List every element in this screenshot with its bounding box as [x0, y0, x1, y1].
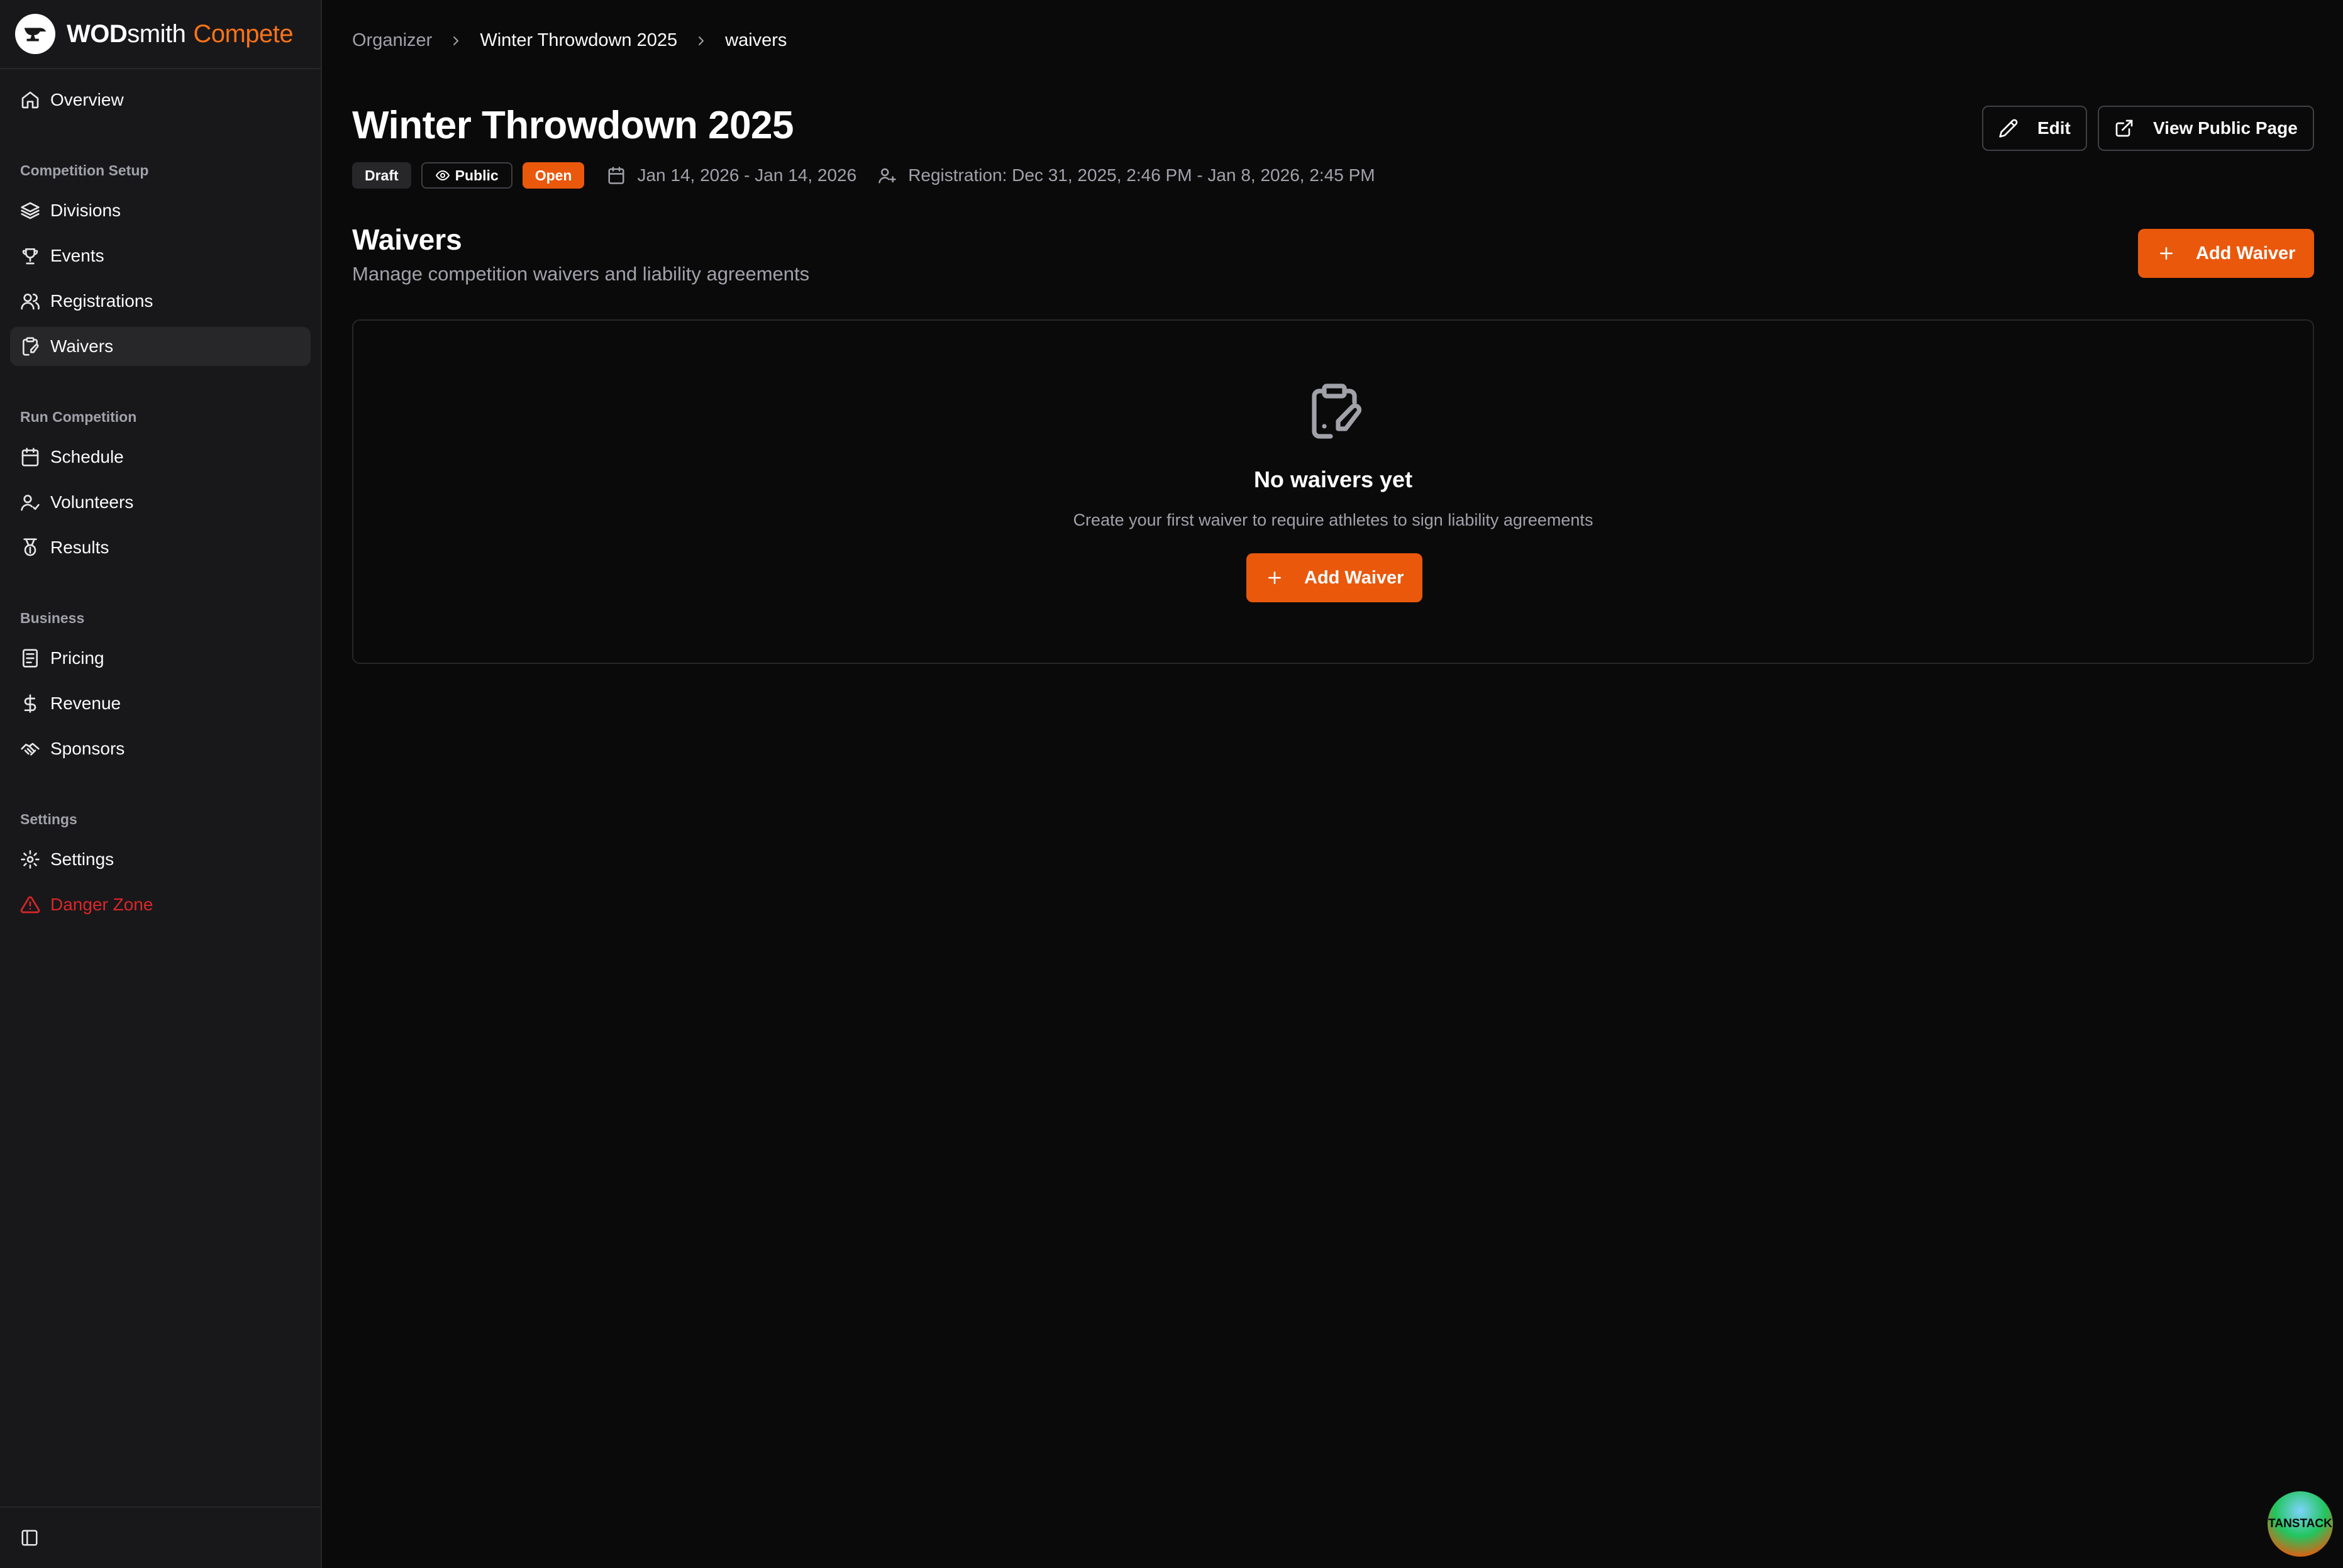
edit-button[interactable]: Edit: [1982, 106, 2087, 151]
alert-triangle-icon: [20, 896, 40, 914]
page-title: Winter Throwdown 2025: [352, 104, 794, 147]
breadcrumb-organizer[interactable]: Organizer: [352, 30, 432, 51]
main-content: Organizer Winter Throwdown 2025 waivers …: [323, 0, 2343, 1568]
breadcrumb: Organizer Winter Throwdown 2025 waivers: [352, 30, 787, 51]
empty-state-card: No waivers yet Create your first waiver …: [352, 319, 2314, 664]
sidebar-item-label: Sponsors: [50, 739, 125, 758]
sidebar-item-label: Events: [50, 246, 104, 265]
home-icon: [21, 91, 39, 109]
brand-name: WODsmith Compete: [67, 19, 294, 48]
sidebar: WODsmith Compete Overview Competition Set…: [0, 0, 322, 1568]
empty-state-add-waiver-button[interactable]: Add Waiver: [1246, 553, 1423, 602]
sidebar-item-label: Registrations: [50, 291, 153, 311]
clipboard-pen-icon: [23, 337, 39, 356]
registration-window-text: Registration: Dec 31, 2025, 2:46 PM - Ja…: [908, 165, 1375, 185]
nav-group-competition-setup: Competition Setup: [20, 162, 149, 179]
layers-icon: [21, 202, 40, 219]
registration-window: Registration: Dec 31, 2025, 2:46 PM - Ja…: [878, 165, 1375, 185]
handshake-icon: [21, 743, 40, 756]
eye-icon: [435, 170, 450, 180]
sidebar-item-label: Settings: [50, 849, 114, 869]
status-badge-draft: Draft: [352, 162, 411, 189]
brand-part-compete: Compete: [193, 19, 294, 48]
visibility-badge-label: Public: [455, 167, 499, 184]
sidebar-item-label: Overview: [50, 90, 124, 109]
sidebar-item-label: Danger Zone: [50, 895, 153, 914]
competition-dates: Jan 14, 2026 - Jan 14, 2026: [607, 165, 856, 185]
external-link-icon: [2115, 119, 2133, 137]
user-check-icon: [21, 495, 40, 511]
devtools-label: TANSTACK: [2268, 1517, 2332, 1530]
add-waiver-label: Add Waiver: [2196, 243, 2296, 263]
clipboard-pen-icon: [1312, 384, 1362, 439]
sidebar-item-pricing[interactable]: Pricing: [10, 639, 311, 678]
empty-state-title: No waivers yet: [1253, 467, 1413, 492]
chevron-right-icon: [699, 36, 704, 45]
trophy-icon: [22, 248, 38, 265]
view-public-page-button[interactable]: View Public Page: [2098, 106, 2314, 151]
pencil-icon: [1999, 119, 2018, 138]
section-title: Waivers: [352, 223, 462, 256]
dollar-sign-icon: [24, 694, 36, 713]
sidebar-item-waivers[interactable]: Waivers: [10, 327, 311, 366]
plus-icon: [1268, 571, 1281, 584]
sidebar-item-label: Revenue: [50, 693, 121, 713]
tanstack-devtools-button[interactable]: TANSTACK: [2268, 1491, 2333, 1557]
medal-icon: [23, 538, 37, 556]
sidebar-item-volunteers[interactable]: Volunteers: [10, 483, 311, 522]
edit-button-label: Edit: [2037, 118, 2071, 138]
nav-group-settings: Settings: [20, 811, 77, 827]
gear-icon: [21, 850, 40, 869]
competition-meta: Draft Public Open Jan 14, 2026 - Jan 14,…: [352, 161, 1375, 190]
sidebar-item-label: Results: [50, 538, 109, 557]
competition-dates-text: Jan 14, 2026 - Jan 14, 2026: [637, 165, 857, 185]
sidebar-item-settings[interactable]: Settings: [10, 840, 311, 879]
user-plus-icon: [878, 168, 896, 184]
sidebar-item-schedule[interactable]: Schedule: [10, 438, 311, 477]
sidebar-item-events[interactable]: Events: [10, 236, 311, 275]
nav-group-business: Business: [20, 610, 85, 626]
calendar-icon: [608, 167, 624, 184]
brand-part-wod: WOD: [67, 19, 128, 48]
breadcrumb-competition[interactable]: Winter Throwdown 2025: [480, 30, 677, 51]
sidebar-item-label: Waivers: [50, 336, 114, 356]
sidebar-item-revenue[interactable]: Revenue: [10, 684, 311, 723]
sidebar-item-label: Pricing: [50, 648, 104, 668]
sidebar-item-sponsors[interactable]: Sponsors: [10, 729, 311, 768]
breadcrumb-current: waivers: [725, 30, 787, 50]
view-public-page-label: View Public Page: [2153, 118, 2298, 138]
brand-part-smith: smith: [127, 19, 186, 48]
sidebar-item-results[interactable]: Results: [10, 528, 311, 567]
panel-left-toggle-icon[interactable]: [20, 1528, 39, 1547]
registration-status-badge: Open: [522, 162, 585, 189]
sidebar-item-overview[interactable]: Overview: [10, 80, 311, 119]
empty-state-description: Create your first waiver to require athl…: [1073, 511, 1593, 529]
sidebar-item-label: Divisions: [50, 201, 121, 220]
users-icon: [21, 294, 40, 310]
sidebar-item-danger-zone[interactable]: Danger Zone: [10, 885, 311, 924]
sidebar-footer: [0, 1506, 321, 1568]
anvil-logo-icon: [15, 14, 55, 54]
calendar-icon: [21, 448, 39, 467]
sidebar-item-registrations[interactable]: Registrations: [10, 282, 311, 321]
add-waiver-button[interactable]: Add Waiver: [2138, 229, 2315, 278]
section-description: Manage competition waivers and liability…: [352, 263, 810, 285]
nav-group-run-competition: Run Competition: [20, 409, 137, 425]
receipt-icon: [23, 649, 38, 668]
sidebar-item-label: Schedule: [50, 447, 124, 467]
plus-icon: [2160, 247, 2173, 260]
sidebar-item-divisions[interactable]: Divisions: [10, 191, 311, 230]
sidebar-item-label: Volunteers: [50, 492, 134, 512]
brand[interactable]: WODsmith Compete: [0, 0, 321, 69]
visibility-badge: Public: [421, 162, 512, 189]
chevron-right-icon: [453, 36, 459, 45]
empty-state-add-waiver-label: Add Waiver: [1304, 567, 1404, 588]
